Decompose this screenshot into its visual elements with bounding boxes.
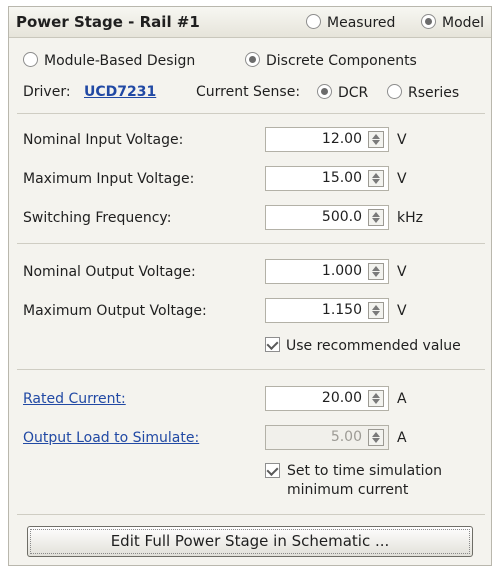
module-based-radio-icon[interactable] bbox=[23, 52, 38, 67]
use-recommended-checkbox[interactable]: Use recommended value bbox=[265, 337, 461, 354]
model-radio-icon[interactable] bbox=[421, 14, 436, 29]
spinner-arrows-icon bbox=[368, 429, 384, 446]
spinner-arrows-icon[interactable] bbox=[368, 302, 384, 319]
dcr-radio-icon[interactable] bbox=[317, 84, 332, 99]
dcr-radio[interactable]: DCR bbox=[317, 84, 368, 101]
maximum-output-voltage-unit: V bbox=[397, 303, 407, 319]
discrete-components-label: Discrete Components bbox=[266, 53, 417, 69]
min-current-label-line1: Set to time simulation bbox=[287, 463, 443, 479]
maximum-output-voltage-spinbox[interactable]: 1.150 bbox=[265, 298, 389, 323]
switching-frequency-label: Switching Frequency: bbox=[23, 210, 172, 226]
checkbox-checked-icon[interactable] bbox=[265, 463, 280, 478]
model-radio[interactable]: Model bbox=[421, 14, 484, 31]
spinner-arrows-icon[interactable] bbox=[368, 170, 384, 187]
module-based-radio[interactable]: Module-Based Design bbox=[23, 52, 195, 69]
rated-current-link[interactable]: Rated Current: bbox=[23, 391, 126, 407]
nominal-input-voltage-unit: V bbox=[397, 132, 407, 148]
maximum-input-voltage-label: Maximum Input Voltage: bbox=[23, 171, 195, 187]
current-sense-label: Current Sense: bbox=[196, 84, 301, 100]
nominal-output-voltage-label: Nominal Output Voltage: bbox=[23, 264, 196, 280]
rseries-radio-icon[interactable] bbox=[387, 84, 402, 99]
edit-schematic-button-label: Edit Full Power Stage in Schematic ... bbox=[110, 532, 390, 550]
driver-label: Driver: bbox=[23, 84, 71, 100]
discrete-components-radio[interactable]: Discrete Components bbox=[245, 52, 417, 69]
spinner-arrows-icon[interactable] bbox=[368, 263, 384, 280]
nominal-output-voltage-spinbox[interactable]: 1.000 bbox=[265, 259, 389, 284]
output-load-spinbox: 5.00 bbox=[265, 425, 389, 450]
min-current-label-line2: minimum current bbox=[287, 482, 409, 498]
rated-current-value[interactable]: 20.00 bbox=[322, 390, 362, 406]
switching-frequency-unit: kHz bbox=[397, 210, 423, 226]
model-label: Model bbox=[442, 15, 485, 31]
dcr-label: DCR bbox=[338, 85, 369, 101]
rseries-label: Rseries bbox=[408, 85, 460, 101]
edit-schematic-button[interactable]: Edit Full Power Stage in Schematic ... bbox=[27, 526, 473, 557]
rated-current-unit: A bbox=[397, 391, 407, 407]
panel-title: Power Stage - Rail #1 bbox=[16, 13, 200, 31]
min-current-checkbox[interactable] bbox=[265, 463, 280, 480]
switching-frequency-value[interactable]: 500.0 bbox=[322, 209, 362, 225]
nominal-input-voltage-label: Nominal Input Voltage: bbox=[23, 132, 184, 148]
spinner-arrows-icon[interactable] bbox=[368, 390, 384, 407]
nominal-output-voltage-value[interactable]: 1.000 bbox=[322, 263, 362, 279]
maximum-input-voltage-value[interactable]: 15.00 bbox=[322, 170, 362, 186]
separator bbox=[17, 369, 485, 370]
nominal-output-voltage-unit: V bbox=[397, 264, 407, 280]
maximum-input-voltage-unit: V bbox=[397, 171, 407, 187]
measured-radio[interactable]: Measured bbox=[306, 14, 395, 31]
driver-link[interactable]: UCD7231 bbox=[84, 84, 156, 100]
rseries-radio[interactable]: Rseries bbox=[387, 84, 459, 101]
separator bbox=[17, 514, 485, 515]
nominal-input-voltage-value[interactable]: 12.00 bbox=[322, 131, 362, 147]
panel-header: Power Stage - Rail #1 Measured Model bbox=[9, 7, 491, 38]
nominal-input-voltage-spinbox[interactable]: 12.00 bbox=[265, 127, 389, 152]
use-recommended-label: Use recommended value bbox=[286, 338, 461, 354]
measured-label: Measured bbox=[327, 15, 396, 31]
separator bbox=[17, 113, 485, 114]
rated-current-spinbox[interactable]: 20.00 bbox=[265, 386, 389, 411]
maximum-output-voltage-value[interactable]: 1.150 bbox=[322, 302, 362, 318]
spinner-arrows-icon[interactable] bbox=[368, 209, 384, 226]
checkbox-checked-icon[interactable] bbox=[265, 337, 280, 352]
output-load-value: 5.00 bbox=[330, 429, 362, 445]
discrete-components-radio-icon[interactable] bbox=[245, 52, 260, 67]
output-load-link[interactable]: Output Load to Simulate: bbox=[23, 430, 199, 446]
separator bbox=[17, 243, 485, 244]
power-stage-panel: Power Stage - Rail #1 Measured Model Mod… bbox=[8, 6, 492, 566]
spinner-arrows-icon[interactable] bbox=[368, 131, 384, 148]
switching-frequency-spinbox[interactable]: 500.0 bbox=[265, 205, 389, 230]
maximum-output-voltage-label: Maximum Output Voltage: bbox=[23, 303, 207, 319]
module-based-label: Module-Based Design bbox=[44, 53, 196, 69]
output-load-unit: A bbox=[397, 430, 407, 446]
measured-radio-icon[interactable] bbox=[306, 14, 321, 29]
maximum-input-voltage-spinbox[interactable]: 15.00 bbox=[265, 166, 389, 191]
